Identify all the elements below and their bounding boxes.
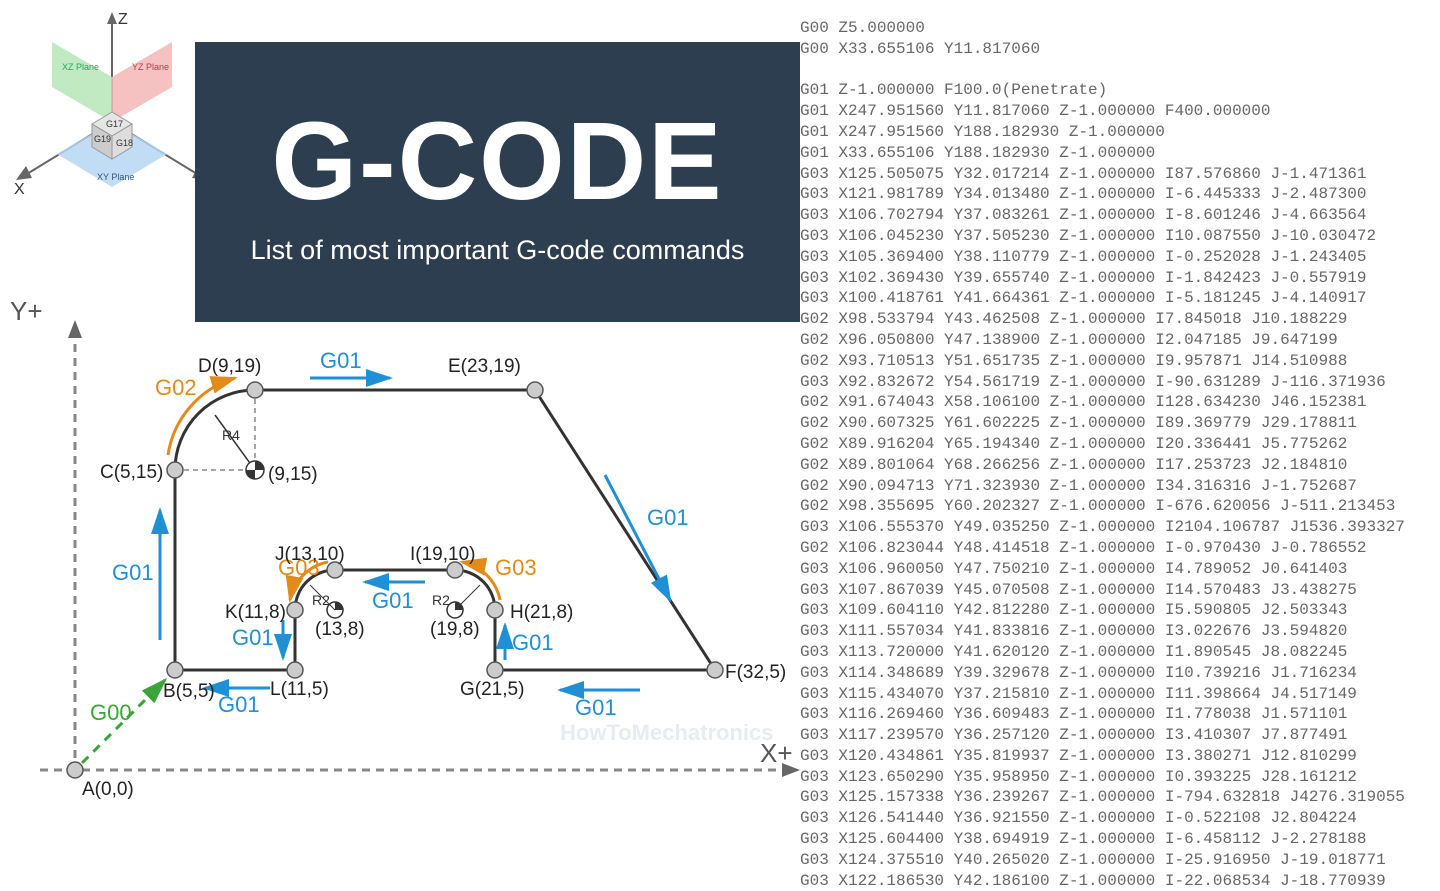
svg-text:G03: G03: [495, 555, 537, 580]
svg-text:YZ Plane: YZ Plane: [132, 62, 169, 72]
svg-text:G18: G18: [116, 138, 133, 148]
svg-text:G19: G19: [94, 134, 111, 144]
svg-text:X: X: [14, 181, 25, 198]
svg-text:R2: R2: [312, 592, 330, 608]
svg-text:Z: Z: [118, 12, 128, 28]
svg-text:E(23,19): E(23,19): [448, 356, 521, 377]
svg-text:XY Plane: XY Plane: [97, 172, 134, 182]
svg-text:G01: G01: [512, 630, 554, 655]
svg-text:R4: R4: [222, 427, 240, 443]
svg-text:(9,15): (9,15): [268, 464, 318, 485]
gcode-path-diagram: Y+ X+ R4 G00 G01 G01 G01 G01 G01 G01 G01…: [0, 300, 800, 810]
svg-text:G01: G01: [232, 625, 274, 650]
svg-text:G17: G17: [106, 119, 123, 129]
svg-text:G00: G00: [90, 700, 132, 725]
svg-text:G01: G01: [575, 695, 617, 720]
svg-text:G(21,5): G(21,5): [460, 679, 524, 700]
svg-text:G01: G01: [372, 588, 414, 613]
svg-text:(19,8): (19,8): [430, 619, 480, 640]
isometric-axes-icon: Z X Y XZ Plane YZ Plane XY Plane G17 G18…: [12, 12, 212, 212]
svg-text:G01: G01: [112, 560, 154, 585]
banner-subtitle: List of most important G-code commands: [251, 235, 745, 266]
svg-text:G01: G01: [218, 692, 260, 717]
svg-text:J(13,10): J(13,10): [275, 544, 345, 565]
svg-text:F(32,5): F(32,5): [725, 662, 786, 683]
svg-text:Y+: Y+: [10, 300, 43, 326]
svg-text:D(9,19): D(9,19): [198, 356, 261, 377]
gcode-listing: G00 Z5.000000 G00 X33.655106 Y11.817060 …: [800, 0, 1440, 810]
svg-text:XZ Plane: XZ Plane: [62, 62, 99, 72]
svg-text:I(19,10): I(19,10): [410, 544, 475, 565]
svg-text:G01: G01: [320, 348, 362, 373]
svg-text:G01: G01: [647, 505, 689, 530]
svg-text:H(21,8): H(21,8): [510, 602, 573, 623]
svg-text:X+: X+: [760, 738, 793, 768]
svg-text:C(5,15): C(5,15): [100, 462, 163, 483]
svg-text:B(5,5): B(5,5): [163, 681, 215, 702]
banner-title: G-CODE: [272, 98, 724, 225]
title-banner: G-CODE List of most important G-code com…: [195, 42, 800, 322]
svg-text:G02: G02: [155, 375, 197, 400]
svg-text:R2: R2: [432, 592, 450, 608]
svg-text:(13,8): (13,8): [315, 619, 365, 640]
svg-text:A(0,0): A(0,0): [82, 779, 134, 800]
svg-text:K(11,8): K(11,8): [225, 602, 286, 623]
svg-text:L(11,5): L(11,5): [270, 679, 329, 700]
